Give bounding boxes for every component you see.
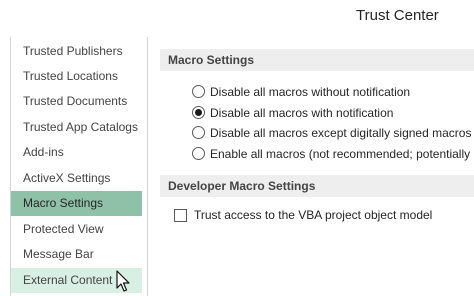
option-label-disable-with-notification: Disable all macros with notification — [210, 106, 394, 120]
macro-settings-header: Macro Settings — [160, 49, 474, 71]
sidebar-item-message-bar[interactable]: Message Bar — [11, 242, 142, 267]
sidebar: Trusted Publishers Trusted Locations Tru… — [10, 37, 142, 296]
sidebar-item-add-ins[interactable]: Add-ins — [11, 140, 142, 165]
sidebar-item-trusted-documents[interactable]: Trusted Documents — [11, 89, 142, 114]
sidebar-item-trusted-app-catalogs[interactable]: Trusted App Catalogs — [11, 115, 142, 140]
radio-disable-with-notification[interactable] — [192, 106, 205, 119]
sidebar-item-activex-settings[interactable]: ActiveX Settings — [11, 166, 142, 191]
developer-macro-settings-header: Developer Macro Settings — [160, 175, 474, 197]
main-panel: Macro Settings Disable all macros withou… — [148, 37, 474, 296]
radio-disable-without-notification[interactable] — [192, 85, 205, 98]
arrow-cursor-icon — [116, 270, 130, 292]
title-bar: Trust Center — [0, 0, 474, 36]
option-label-enable-all-macros: Enable all macros (not recommended; pote… — [210, 147, 474, 161]
option-label-disable-except-signed: Disable all macros except digitally sign… — [210, 126, 472, 140]
sidebar-item-macro-settings[interactable]: Macro Settings — [11, 191, 142, 216]
radio-disable-except-signed[interactable] — [192, 126, 205, 139]
sidebar-item-protected-view[interactable]: Protected View — [11, 217, 142, 242]
trust-vba-label: Trust access to the VBA project object m… — [194, 208, 433, 222]
window-title: Trust Center — [356, 7, 439, 24]
sidebar-item-trusted-locations[interactable]: Trusted Locations — [11, 64, 142, 89]
radio-enable-all-macros[interactable] — [192, 147, 205, 160]
trust-vba-checkbox[interactable] — [174, 209, 187, 222]
sidebar-item-trusted-publishers[interactable]: Trusted Publishers — [11, 39, 142, 64]
option-label-disable-without-notification: Disable all macros without notification — [210, 85, 411, 99]
